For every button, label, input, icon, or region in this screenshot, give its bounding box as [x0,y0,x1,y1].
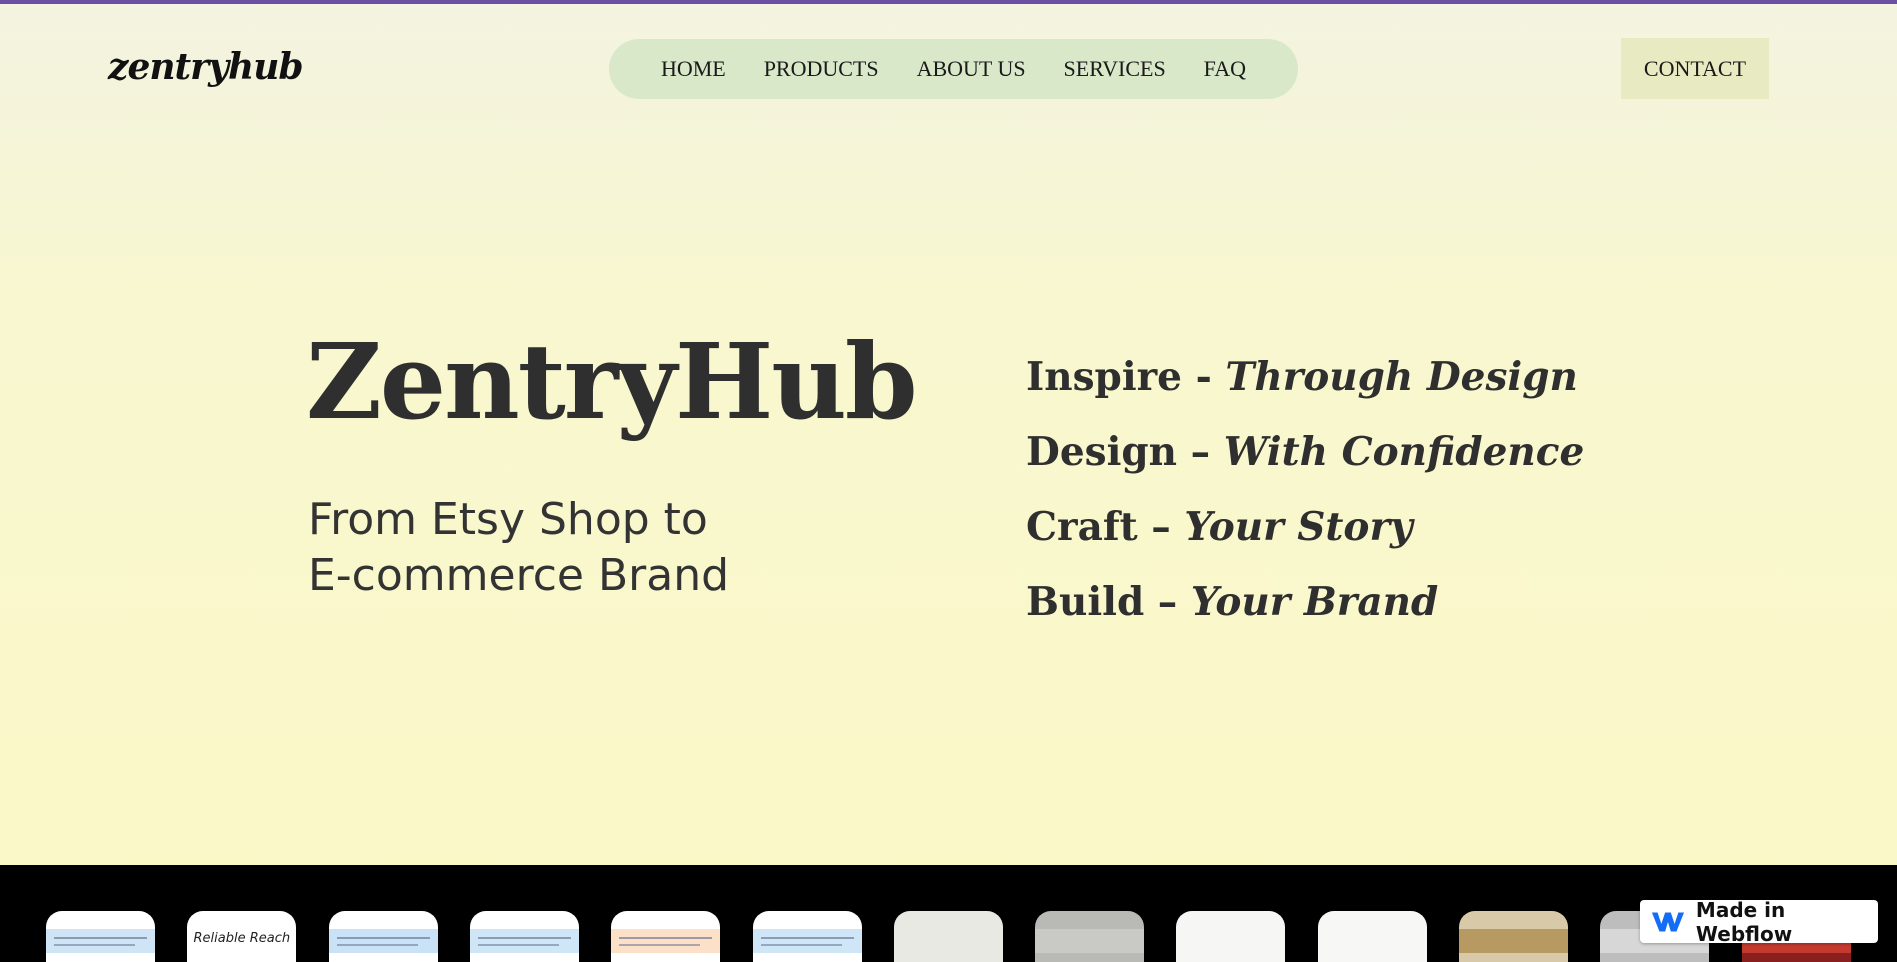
portfolio-thumbnail[interactable] [469,911,579,962]
contact-button[interactable]: CONTACT [1621,38,1769,99]
tagline-lead: Design – [1026,429,1224,475]
portfolio-thumbnail[interactable] [611,911,721,962]
made-in-webflow-badge[interactable]: Made in Webflow [1640,897,1878,946]
portfolio-thumbnail[interactable] [1459,911,1568,962]
nav-products[interactable]: PRODUCTS [764,56,879,82]
portfolio-thumbnail[interactable] [1176,911,1286,962]
portfolio-thumbnail-strip: Reliable Reach [0,865,1897,962]
tagline-emphasis: Through Design [1225,354,1578,400]
top-accent-bar [0,0,1897,4]
hero-subtitle-line-2: E-commerce Brand [308,550,730,601]
portfolio-thumbnail[interactable] [328,911,438,962]
tagline-emphasis: Your Story [1184,504,1413,550]
tagline-craft: Craft – Your Story [1026,502,1584,577]
hero-subtitle: From Etsy Shop to E-commerce Brand [308,492,828,604]
tagline-design: Design – With Confidence [1026,427,1584,502]
webflow-badge-label: Made in Webflow [1695,897,1793,946]
tagline-emphasis: With Confidence [1223,429,1585,475]
thumbnail-caption: Reliable Reach [193,931,291,946]
nav-home[interactable]: HOME [661,56,726,82]
tagline-inspire: Inspire - Through Design [1026,352,1584,427]
nav-about-us[interactable]: ABOUT US [917,56,1026,82]
tagline-lead: Build – [1026,579,1191,625]
hero-title: ZentryHub [306,320,918,443]
tagline-lead: Inspire - [1026,354,1226,400]
nav-services[interactable]: SERVICES [1064,56,1166,82]
tagline-lead: Craft – [1026,504,1185,550]
portfolio-thumbnail[interactable] [1035,911,1145,962]
main-nav: HOME PRODUCTS ABOUT US SERVICES FAQ [609,39,1298,99]
hero-subtitle-line-1: From Etsy Shop to [308,494,708,545]
tagline-emphasis: Your Brand [1190,579,1439,625]
tagline-build: Build – Your Brand [1026,577,1584,652]
portfolio-thumbnail[interactable] [1317,911,1427,962]
webflow-logo-icon [1651,912,1685,931]
portfolio-thumbnail[interactable] [46,911,155,962]
tagline-list: Inspire - Through Design Design – With C… [1026,352,1584,652]
portfolio-thumbnail[interactable]: Reliable Reach [187,911,297,962]
site-logo[interactable]: zentryhub [108,46,304,88]
portfolio-thumbnail[interactable] [752,911,862,962]
nav-faq[interactable]: FAQ [1204,56,1246,82]
portfolio-thumbnail[interactable] [893,911,1003,962]
